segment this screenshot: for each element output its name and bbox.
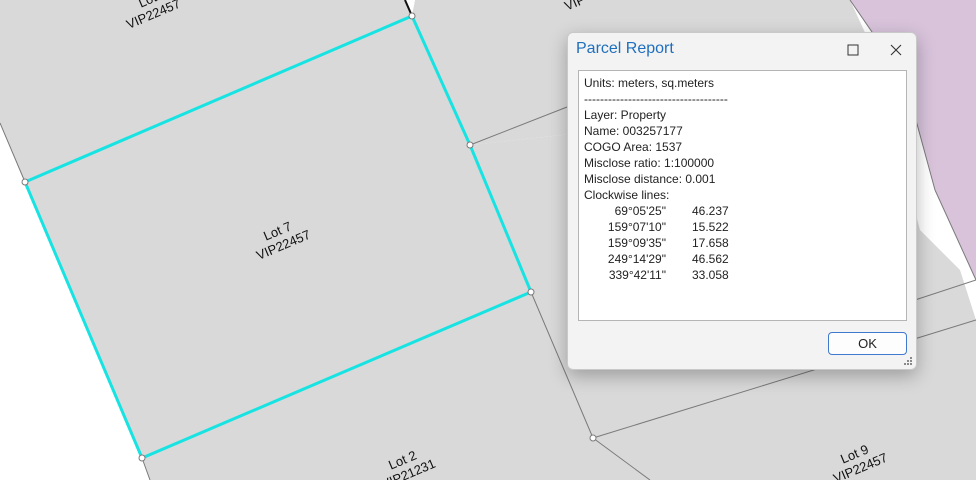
ok-button[interactable]: OK <box>828 332 907 355</box>
line-row: 69°05'25" 46.237 <box>584 203 901 219</box>
line-distance: 33.058 <box>692 268 729 282</box>
line-bearing: 159°09'35" <box>607 236 666 250</box>
report-misclose-ratio: Misclose ratio: 1:100000 <box>584 156 715 170</box>
line-row: 339°42'11" 33.058 <box>584 267 901 283</box>
line-bearing: 339°42'11" <box>608 268 666 282</box>
line-row: 159°07'10" 15.522 <box>584 219 901 235</box>
line-row: 249°14'29" 46.562 <box>584 251 901 267</box>
report-separator: ------------------------------------ <box>584 92 728 106</box>
line-bearing: 249°14'29" <box>607 252 666 266</box>
line-distance: 46.562 <box>692 252 729 266</box>
report-name: Name: 003257177 <box>584 124 683 138</box>
report-cogo-area: COGO Area: 1537 <box>584 140 683 154</box>
parcel-report-dialog: Parcel Report Units: meters, sq.meters -… <box>567 32 917 370</box>
maximize-icon <box>847 44 859 56</box>
resize-grip-icon[interactable] <box>903 356 913 366</box>
line-bearing: 159°07'10" <box>607 220 666 234</box>
line-distance: 46.237 <box>692 204 729 218</box>
maximize-button[interactable] <box>838 36 868 64</box>
report-lines-header: Clockwise lines: <box>584 188 670 202</box>
close-button[interactable] <box>881 36 911 64</box>
dialog-title: Parcel Report <box>576 40 674 57</box>
close-icon <box>890 44 902 56</box>
report-textbox[interactable]: Units: meters, sq.meters ---------------… <box>578 70 907 321</box>
line-distance: 15.522 <box>692 220 729 234</box>
line-row: 159°09'35" 17.658 <box>584 235 901 251</box>
line-bearing: 69°05'25" <box>614 204 666 218</box>
report-layer: Layer: Property <box>584 108 667 122</box>
report-misclose-distance: Misclose distance: 0.001 <box>584 172 716 186</box>
report-units: Units: meters, sq.meters <box>584 76 715 90</box>
dialog-titlebar[interactable]: Parcel Report <box>568 33 916 67</box>
line-distance: 17.658 <box>692 236 729 250</box>
